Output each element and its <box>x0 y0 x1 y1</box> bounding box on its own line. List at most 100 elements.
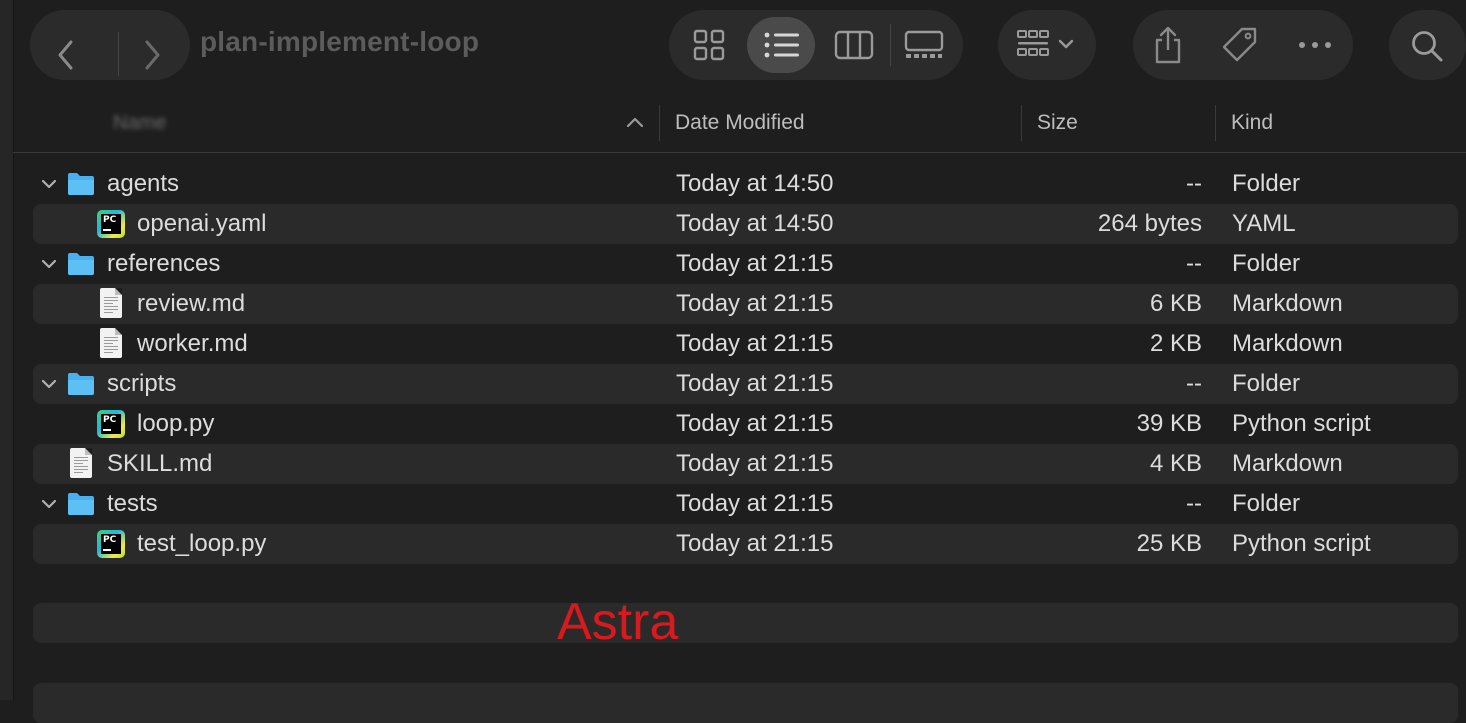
navigation-group <box>30 10 190 80</box>
empty-row <box>33 683 1458 723</box>
file-row[interactable]: worker.md Today at 21:15 2 KB Markdown <box>33 324 1458 364</box>
file-size: -- <box>1186 370 1202 397</box>
file-size: 25 KB <box>1136 530 1202 557</box>
file-name: references <box>107 250 221 277</box>
column-view-button[interactable] <box>833 27 875 63</box>
file-row[interactable]: SKILL.md Today at 21:15 4 KB Markdown <box>33 444 1458 484</box>
date-modified: Today at 21:15 <box>676 330 834 357</box>
column-header-kind[interactable]: Kind <box>1231 111 1273 135</box>
forward-button[interactable] <box>127 32 177 78</box>
column-divider[interactable] <box>1021 105 1022 141</box>
date-modified: Today at 14:50 <box>676 170 834 197</box>
date-modified: Today at 21:15 <box>676 450 834 477</box>
date-modified: Today at 21:15 <box>676 370 834 397</box>
sort-ascending-icon[interactable] <box>625 112 645 132</box>
file-kind: Markdown <box>1232 450 1343 477</box>
date-modified: Today at 21:15 <box>676 530 834 557</box>
file-name: agents <box>107 170 180 197</box>
chevron-right-icon <box>145 40 160 70</box>
folder-icon <box>68 253 94 275</box>
list-view-button[interactable] <box>762 27 802 63</box>
file-kind: Markdown <box>1232 290 1343 317</box>
tag-button[interactable] <box>1219 24 1261 66</box>
file-size: 39 KB <box>1136 410 1202 437</box>
ellipsis-icon <box>1299 42 1331 48</box>
pycharm-file-icon: PC <box>97 210 125 238</box>
group-icon <box>1017 30 1074 56</box>
icon-view-button[interactable] <box>691 27 727 63</box>
window-edge <box>0 0 14 700</box>
file-kind: YAML <box>1232 210 1296 237</box>
folder-row[interactable]: scripts Today at 21:15 -- Folder <box>33 364 1458 404</box>
search-button[interactable] <box>1389 10 1466 80</box>
disclosure-chevron-icon[interactable] <box>39 374 59 394</box>
search-icon <box>1412 31 1443 62</box>
file-row[interactable]: review.md Today at 21:15 6 KB Markdown <box>33 284 1458 324</box>
columns-icon <box>834 30 874 60</box>
file-name: tests <box>107 490 158 517</box>
date-modified: Today at 14:50 <box>676 210 834 237</box>
watermark-text: Astra <box>557 593 679 651</box>
column-header-name[interactable]: Name <box>113 112 166 135</box>
date-modified: Today at 21:15 <box>676 290 834 317</box>
file-name: SKILL.md <box>107 450 213 477</box>
file-kind: Markdown <box>1232 330 1343 357</box>
column-divider[interactable] <box>659 105 660 141</box>
file-kind: Folder <box>1232 370 1301 397</box>
file-size: 264 bytes <box>1097 210 1202 237</box>
pycharm-file-icon: PC <box>97 530 125 558</box>
folder-icon <box>68 373 94 395</box>
gallery-view-button[interactable] <box>903 27 945 63</box>
share-button[interactable] <box>1149 24 1187 66</box>
file-kind: Folder <box>1232 490 1301 517</box>
file-size: -- <box>1186 490 1202 517</box>
date-modified: Today at 21:15 <box>676 410 834 437</box>
actions-group <box>1133 10 1353 80</box>
file-size: 6 KB <box>1149 290 1202 317</box>
file-size: 2 KB <box>1149 330 1202 357</box>
date-modified: Today at 21:15 <box>676 250 834 277</box>
nav-separator <box>118 32 119 76</box>
more-button[interactable] <box>1295 34 1335 56</box>
folder-icon <box>68 493 94 515</box>
view-separator <box>890 24 891 66</box>
file-row[interactable]: PC openai.yaml Today at 14:50 264 bytes YAML <box>33 204 1458 244</box>
share-icon <box>1155 26 1181 64</box>
file-name: test_loop.py <box>137 530 267 557</box>
folder-row[interactable]: tests Today at 21:15 -- Folder <box>33 484 1458 524</box>
chevron-left-icon <box>58 40 73 70</box>
file-kind: Python script <box>1232 530 1371 557</box>
window-title: plan-implement-loop <box>200 26 480 57</box>
list-icon <box>764 32 799 58</box>
disclosure-chevron-icon[interactable] <box>39 174 59 194</box>
file-kind: Python script <box>1232 410 1371 437</box>
empty-row <box>33 603 1458 643</box>
toolbar: plan-implement-loop <box>13 0 1466 92</box>
file-name: worker.md <box>137 330 248 357</box>
column-header-size[interactable]: Size <box>1037 111 1078 135</box>
disclosure-chevron-icon[interactable] <box>39 254 59 274</box>
document-icon <box>100 328 122 358</box>
disclosure-chevron-icon[interactable] <box>39 494 59 514</box>
file-kind: Folder <box>1232 170 1301 197</box>
tag-icon <box>1222 27 1257 62</box>
back-button[interactable] <box>41 32 91 78</box>
document-icon <box>70 448 92 478</box>
group-button[interactable] <box>998 10 1096 80</box>
file-name: review.md <box>137 290 246 317</box>
pycharm-file-icon: PC <box>97 410 125 438</box>
file-name: openai.yaml <box>137 210 267 237</box>
folder-row[interactable]: references Today at 21:15 -- Folder <box>33 244 1458 284</box>
file-size: -- <box>1186 170 1202 197</box>
document-icon <box>100 288 122 318</box>
file-row[interactable]: PC loop.py Today at 21:15 39 KB Python scrip… <box>33 404 1458 444</box>
column-divider[interactable] <box>1215 105 1216 141</box>
date-modified: Today at 21:15 <box>676 490 834 517</box>
file-name: scripts <box>107 370 177 397</box>
file-row[interactable]: PC test_loop.py Today at 21:15 25 KB Python … <box>33 524 1458 564</box>
folder-row[interactable]: agents Today at 14:50 -- Folder <box>33 164 1458 204</box>
column-header: Name Date Modified Size Kind <box>13 92 1466 153</box>
file-size: -- <box>1186 250 1202 277</box>
column-header-date[interactable]: Date Modified <box>675 111 805 135</box>
gallery-icon <box>904 30 944 58</box>
